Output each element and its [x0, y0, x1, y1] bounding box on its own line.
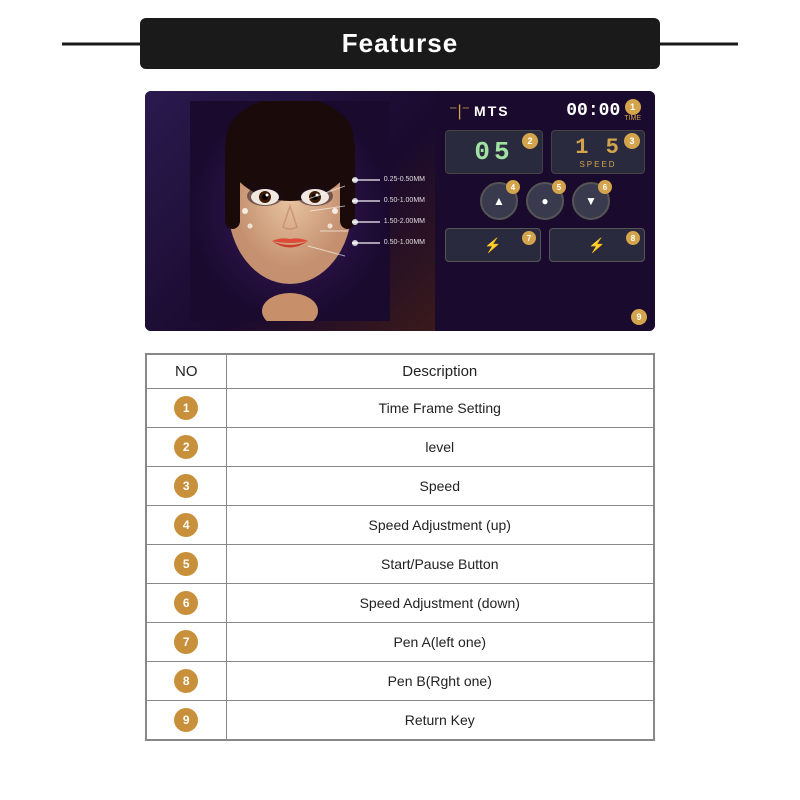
- table-no-9: 9: [146, 701, 226, 741]
- table-no-2: 2: [146, 428, 226, 467]
- time-label: TIME: [624, 115, 641, 122]
- no-badge-7: 7: [174, 630, 198, 654]
- depth-text-4: 0.50-1.00MM: [384, 239, 425, 246]
- level-box: 05 2: [445, 130, 543, 174]
- btn-5[interactable]: 5 ●: [526, 182, 564, 220]
- table-no-8: 8: [146, 662, 226, 701]
- time-value: 00:00: [566, 101, 620, 121]
- depth-line-1: [352, 179, 380, 181]
- table-no-7: 7: [146, 623, 226, 662]
- depth-labels: 0.25-0.50MM 0.50-1.00MM 1.50-2.00MM 0.50…: [352, 176, 425, 246]
- no-badge-8: 8: [174, 669, 198, 693]
- badge-2: 2: [522, 133, 538, 149]
- table-row: 4 Speed Adjustment (up): [146, 506, 654, 545]
- time-display: 00:00 1 TIME: [566, 99, 641, 122]
- face-area: 0.25-0.50MM 0.50-1.00MM 1.50-2.00MM 0.50…: [145, 91, 435, 331]
- table-row: 7 Pen A(left one): [146, 623, 654, 662]
- depth-text-3: 1.50-2.00MM: [384, 218, 425, 225]
- badge-1: 1: [625, 99, 641, 115]
- badge-2-container: 2: [522, 133, 538, 149]
- depth-line-4: [352, 242, 380, 244]
- table-no-3: 3: [146, 467, 226, 506]
- table-container: NO Description 1 Time Frame Setting 2 level…: [145, 353, 655, 741]
- badge-9: 9: [631, 309, 647, 325]
- table-desc-7: Pen A(left one): [226, 623, 654, 662]
- table-row: 1 Time Frame Setting: [146, 389, 654, 428]
- depth-label-1: 0.25-0.50MM: [352, 176, 425, 183]
- title-banner: Featurse: [140, 18, 660, 69]
- badge-3: 3: [624, 133, 640, 149]
- table-row: 5 Start/Pause Button: [146, 545, 654, 584]
- top-bar: ⁻|⁻ MTS 00:00 1 TIME: [445, 99, 645, 122]
- no-badge-9: 9: [174, 708, 198, 732]
- table-desc-6: Speed Adjustment (down): [226, 584, 654, 623]
- table-row: 3 Speed: [146, 467, 654, 506]
- col-no-header: NO: [146, 354, 226, 389]
- no-badge-3: 3: [174, 474, 198, 498]
- control-panel: ⁻|⁻ MTS 00:00 1 TIME 05 2: [435, 91, 655, 331]
- depth-text-2: 0.50-1.00MM: [384, 197, 425, 204]
- btn-4-icon: ▲: [493, 194, 505, 208]
- level-speed-row: 05 2 3 1 5 SPEED: [445, 130, 645, 174]
- depth-label-3: 1.50-2.00MM: [352, 218, 425, 225]
- level-value: 05: [474, 137, 513, 167]
- table-desc-9: Return Key: [226, 701, 654, 741]
- depth-line-2: [352, 200, 380, 202]
- table-desc-4: Speed Adjustment (up): [226, 506, 654, 545]
- no-badge-6: 6: [174, 591, 198, 615]
- table-no-4: 4: [146, 506, 226, 545]
- page-container: Featurse: [0, 0, 800, 800]
- device-screen: 0.25-0.50MM 0.50-1.00MM 1.50-2.00MM 0.50…: [145, 91, 655, 331]
- badge-5: 5: [552, 180, 566, 194]
- speed-box: 3 1 5 SPEED: [551, 130, 645, 174]
- mts-icon-group: ⁻|⁻ MTS: [449, 101, 510, 121]
- badge-6: 6: [598, 180, 612, 194]
- table-no-5: 5: [146, 545, 226, 584]
- pen-btn-8[interactable]: ⚡ 8: [549, 228, 645, 262]
- table-desc-5: Start/Pause Button: [226, 545, 654, 584]
- badge-3-container: 3: [624, 133, 640, 149]
- depth-text-1: 0.25-0.50MM: [384, 176, 425, 183]
- table-desc-8: Pen B(Rght one): [226, 662, 654, 701]
- no-badge-1: 1: [174, 396, 198, 420]
- table-no-1: 1: [146, 389, 226, 428]
- table-row: 2 level: [146, 428, 654, 467]
- table-no-6: 6: [146, 584, 226, 623]
- badge-7: 7: [522, 231, 536, 245]
- table-desc-2: level: [226, 428, 654, 467]
- table-row: 8 Pen B(Rght one): [146, 662, 654, 701]
- needle-icon: ⁻|⁻: [449, 101, 470, 121]
- pen-row: ⚡ 7 ⚡ 8: [445, 228, 645, 262]
- speed-value: 1 5: [575, 135, 621, 160]
- btn-5-icon: ●: [541, 194, 548, 208]
- speed-label: SPEED: [579, 160, 616, 169]
- btn-6[interactable]: 6 ▼: [572, 182, 610, 220]
- table-header-row: NO Description: [146, 354, 654, 389]
- badge-4: 4: [506, 180, 520, 194]
- pen-7-icon: ⚡: [484, 237, 501, 254]
- no-badge-4: 4: [174, 513, 198, 537]
- features-table: NO Description 1 Time Frame Setting 2 level…: [145, 353, 655, 741]
- pen-8-icon: ⚡: [588, 237, 605, 254]
- depth-label-2: 0.50-1.00MM: [352, 197, 425, 204]
- table-desc-3: Speed: [226, 467, 654, 506]
- col-desc-header: Description: [226, 354, 654, 389]
- table-desc-1: Time Frame Setting: [226, 389, 654, 428]
- no-badge-5: 5: [174, 552, 198, 576]
- pen-btn-7[interactable]: ⚡ 7: [445, 228, 541, 262]
- time-badge-group: 1 TIME: [624, 99, 641, 122]
- table-row: 9 Return Key: [146, 701, 654, 741]
- btn-4[interactable]: 4 ▲: [480, 182, 518, 220]
- table-row: 6 Speed Adjustment (down): [146, 584, 654, 623]
- btn-6-icon: ▼: [585, 194, 597, 208]
- badge-8: 8: [626, 231, 640, 245]
- buttons-row: 4 ▲ 5 ● 6 ▼: [445, 182, 645, 220]
- page-title: Featurse: [342, 28, 458, 58]
- depth-line-3: [352, 221, 380, 223]
- mts-label: MTS: [474, 103, 510, 119]
- no-badge-2: 2: [174, 435, 198, 459]
- depth-label-4: 0.50-1.00MM: [352, 239, 425, 246]
